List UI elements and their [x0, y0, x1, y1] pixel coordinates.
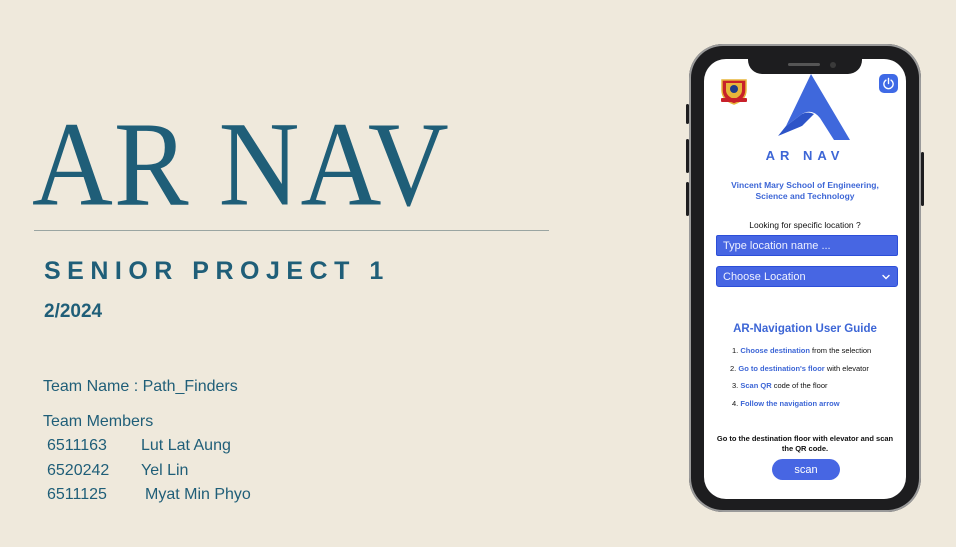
- team-members-label: Team Members: [43, 413, 154, 430]
- list-item: 1. Choose destination from the selection: [732, 346, 871, 364]
- phone-notch: [748, 59, 862, 74]
- member-id: 6511125: [47, 486, 107, 503]
- member-name: Yel Lin: [141, 461, 189, 479]
- guide-step-link[interactable]: Follow the navigation arrow: [740, 399, 839, 408]
- guide-step-number: 3.: [732, 381, 739, 390]
- member-row: 6511163 Lut Lat Aung: [47, 437, 251, 462]
- slide-subtitle: SENIOR PROJECT 1: [44, 257, 390, 285]
- power-button[interactable]: [879, 74, 898, 93]
- app-screen: AR NAV Vincent Mary School of Engineerin…: [704, 59, 906, 499]
- search-placeholder: Type location name ...: [723, 239, 831, 252]
- guide-step-link[interactable]: Go to destination's floor: [738, 364, 824, 373]
- member-row: 6520242 Yel Lin: [47, 462, 251, 487]
- power-icon: [883, 77, 894, 90]
- guide-step-text: from the selection: [809, 346, 872, 355]
- team-name: Team Name : Path_Finders: [43, 378, 238, 395]
- guide-title: AR-Navigation User Guide: [733, 323, 877, 335]
- guide-step-text: code of the floor: [771, 381, 828, 390]
- search-input[interactable]: Type location name ...: [716, 235, 898, 256]
- phone-power-button: [921, 152, 924, 206]
- guide-step-link[interactable]: Choose destination: [740, 346, 810, 355]
- guide-step-number: 1.: [732, 346, 739, 355]
- guide-list: 1. Choose destination from the selection…: [730, 346, 871, 417]
- school-emblem-icon: [721, 79, 747, 105]
- term-label: 2/2024: [44, 301, 103, 322]
- search-prompt: Looking for specific location ?: [749, 220, 861, 230]
- list-item: 4. Follow the navigation arrow: [732, 399, 871, 417]
- guide-step-link[interactable]: Scan QR: [740, 381, 771, 390]
- camera-dot: [830, 62, 836, 68]
- list-item: 2. Go to destination's floor with elevat…: [730, 364, 871, 382]
- member-name: Myat Min Phyo: [145, 486, 251, 503]
- app-name: AR NAV: [765, 148, 845, 163]
- speaker-grill: [788, 63, 820, 66]
- ar-nav-logo-icon: [778, 74, 850, 140]
- member-row: 6511125 Myat Min Phyo: [47, 486, 251, 511]
- members-list: 6511163 Lut Lat Aung 6520242 Yel Lin 651…: [47, 437, 251, 511]
- title-divider: [34, 230, 549, 231]
- phone-mockup: AR NAV Vincent Mary School of Engineerin…: [686, 44, 924, 512]
- slide-title: AR NAV: [32, 97, 450, 232]
- phone-side-button: [686, 104, 689, 124]
- phone-volume-up: [686, 139, 689, 173]
- member-id: 6520242: [47, 461, 110, 479]
- school-name: Vincent Mary School of Engineering, Scie…: [731, 180, 879, 201]
- member-name: Lut Lat Aung: [141, 437, 231, 454]
- list-item: 3. Scan QR code of the floor: [732, 381, 871, 399]
- chevron-down-icon: [882, 274, 890, 279]
- scan-button[interactable]: scan: [772, 459, 840, 480]
- location-select[interactable]: Choose Location: [716, 266, 898, 287]
- guide-step-number: 2.: [730, 363, 737, 373]
- phone-volume-down: [686, 182, 689, 216]
- scan-instruction: Go to the destination floor with elevato…: [716, 434, 894, 453]
- member-id: 6511163: [47, 437, 107, 454]
- guide-step-number: 4.: [732, 398, 739, 408]
- location-select-value: Choose Location: [723, 270, 806, 283]
- guide-step-text: with elevator: [824, 363, 869, 373]
